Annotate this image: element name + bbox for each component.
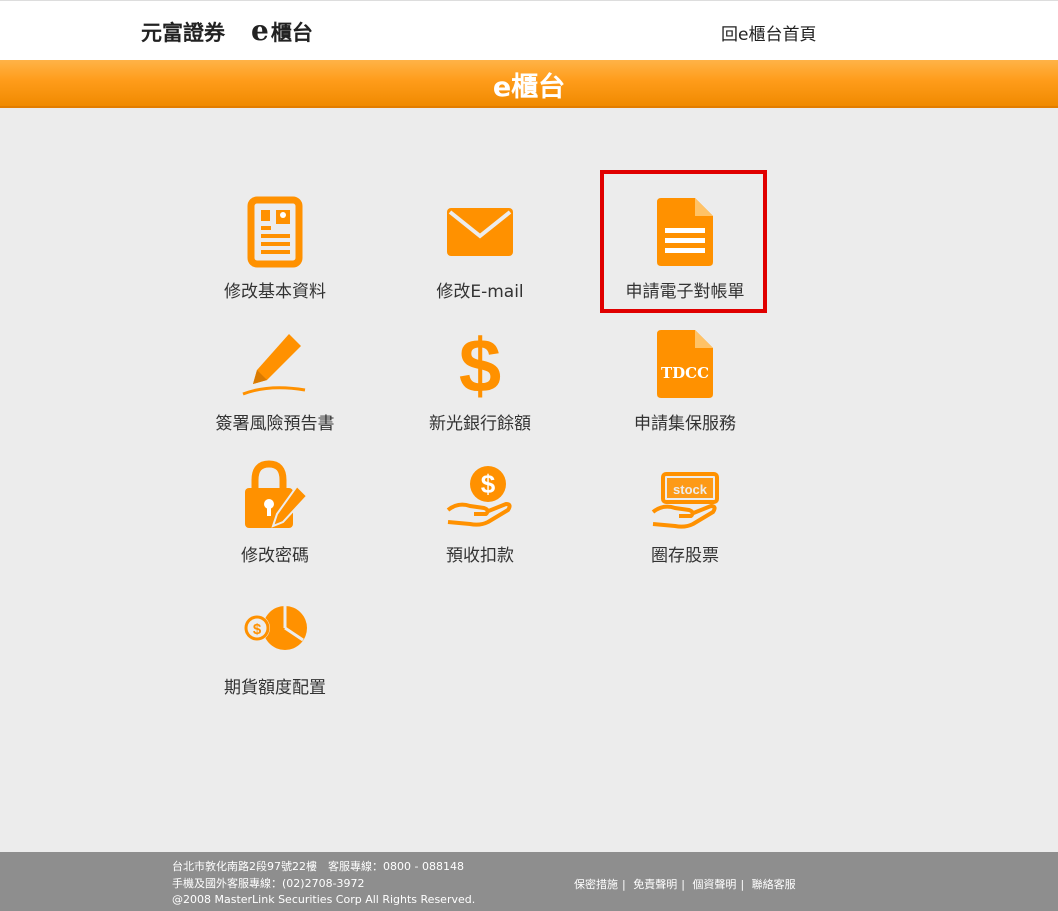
menu-item-label: 修改密碼 bbox=[241, 546, 309, 566]
coin-pie-icon: $ bbox=[244, 606, 307, 650]
menu-item-bank-balance[interactable]: $ 新光銀行餘額 bbox=[390, 308, 570, 434]
menu-item-prepaid-debit[interactable]: $ 預收扣款 bbox=[390, 440, 570, 566]
menu-item-change-password[interactable]: 修改密碼 bbox=[185, 440, 365, 566]
svg-text:$: $ bbox=[481, 469, 496, 499]
document-icon bbox=[657, 198, 713, 266]
menu-item-label: 修改E-mail bbox=[436, 282, 524, 302]
brand-sub: 櫃台 bbox=[270, 20, 313, 45]
footer: 台北市敦化南路2段97號22樓 客服專線：0800 - 088148 手機及國外… bbox=[0, 852, 1058, 911]
page-title: e櫃台 bbox=[492, 72, 566, 103]
title-bar: e櫃台 bbox=[0, 60, 1058, 108]
menu-item-label: 新光銀行餘額 bbox=[429, 414, 531, 434]
stock-text: stock bbox=[673, 482, 708, 497]
brand-e: e bbox=[251, 14, 269, 47]
menu-item-label: 申請集保服務 bbox=[634, 414, 736, 434]
home-link[interactable]: 回e櫃台首頁 bbox=[721, 20, 816, 45]
footer-link-personal-data[interactable]: 個資聲明 bbox=[692, 878, 736, 891]
envelope-icon bbox=[447, 208, 513, 256]
footer-separator: | bbox=[681, 878, 685, 891]
menu-item-tdcc-service[interactable]: TDCC 申請集保服務 bbox=[595, 308, 775, 434]
menu-item-e-statement[interactable]: 申請電子對帳單 bbox=[595, 176, 775, 302]
pen-sign-icon bbox=[242, 334, 306, 396]
tdcc-document-icon: TDCC bbox=[657, 330, 713, 398]
footer-links: 保密措施 | 免責聲明 | 個資聲明 | 聯絡客服 bbox=[574, 876, 796, 892]
menu-item-edit-profile[interactable]: 修改基本資料 bbox=[185, 176, 365, 302]
lock-pen-icon bbox=[245, 460, 309, 528]
footer-copyright: @2008 MasterLink Securities Corp All Rig… bbox=[172, 893, 476, 906]
footer-info: 台北市敦化南路2段97號22樓 客服專線：0800 - 088148 手機及國外… bbox=[172, 859, 475, 909]
footer-phone: 手機及國外客服專線：(02)2708-3972 bbox=[172, 876, 365, 890]
footer-address: 台北市敦化南路2段97號22樓 客服專線：0800 - 088148 bbox=[172, 860, 464, 873]
footer-link-privacy[interactable]: 保密措施 bbox=[574, 878, 618, 891]
brand-name: 元富證券 bbox=[141, 20, 225, 45]
header: 元富證券 e 櫃台 回e櫃台首頁 bbox=[0, 0, 1058, 60]
hand-money-icon: $ bbox=[446, 466, 512, 527]
dollar-icon: $ bbox=[459, 328, 501, 400]
svg-text:$: $ bbox=[253, 621, 262, 638]
tdcc-text: TDCC bbox=[661, 364, 709, 382]
footer-link-disclaimer[interactable]: 免責聲明 bbox=[633, 878, 677, 891]
menu-item-label: 預收扣款 bbox=[446, 546, 514, 566]
menu-item-edit-email[interactable]: 修改E-mail bbox=[390, 176, 570, 302]
profile-card-icon bbox=[247, 196, 303, 268]
menu-item-label: 修改基本資料 bbox=[224, 282, 326, 302]
brand-logo[interactable]: 元富證券 e 櫃台 bbox=[141, 17, 313, 47]
menu-item-stock-lock[interactable]: stock 圈存股票 bbox=[595, 440, 775, 566]
svg-text:$: $ bbox=[459, 328, 501, 400]
footer-separator: | bbox=[622, 878, 626, 891]
menu-item-risk-disclosure[interactable]: 簽署風險預告書 bbox=[185, 308, 365, 434]
menu-item-label: 簽署風險預告書 bbox=[215, 414, 335, 434]
footer-link-contact[interactable]: 聯絡客服 bbox=[752, 878, 796, 891]
menu-item-futures-allocation[interactable]: $ 期貨額度配置 bbox=[185, 572, 365, 698]
menu-item-label: 申請電子對帳單 bbox=[625, 282, 745, 302]
menu-item-label: 圈存股票 bbox=[651, 546, 719, 566]
footer-separator: | bbox=[740, 878, 745, 891]
menu-item-label: 期貨額度配置 bbox=[224, 678, 326, 698]
hand-stock-icon: stock bbox=[651, 472, 719, 529]
